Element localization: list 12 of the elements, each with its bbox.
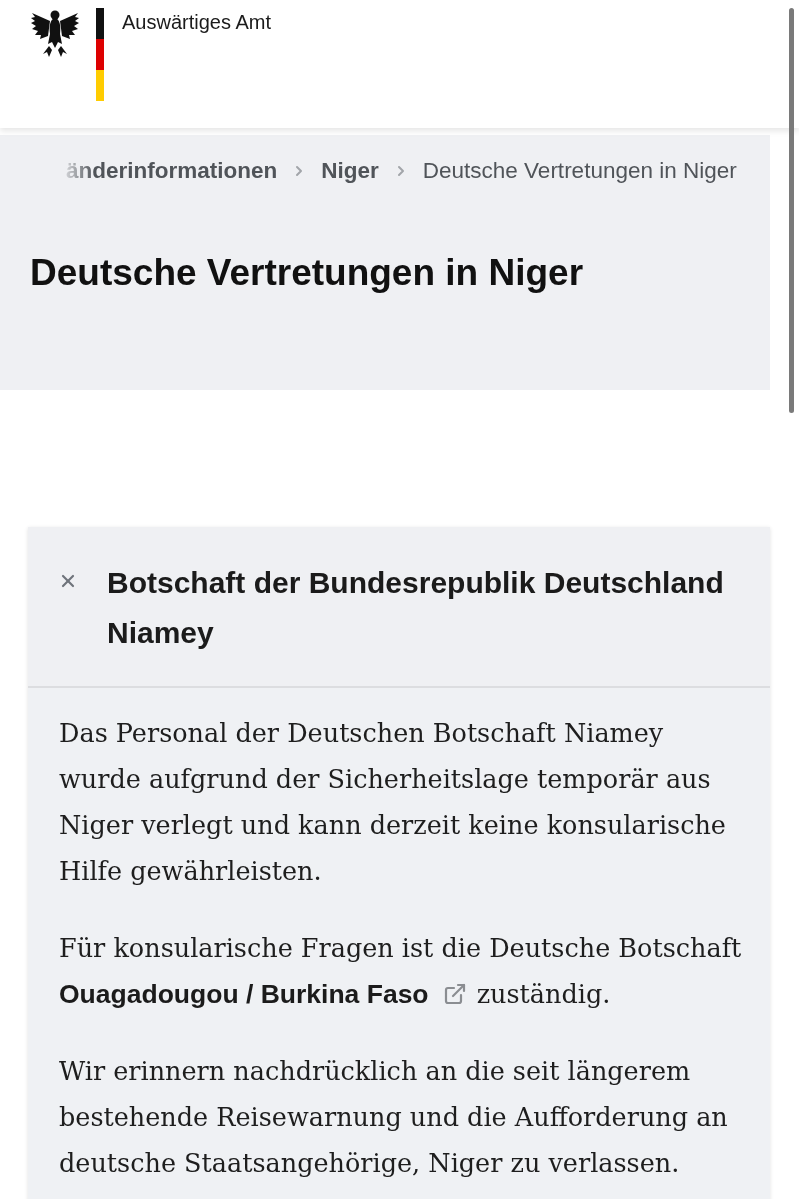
body-paragraph: Für konsularische Fragen ist die Deutsche Botschaft Ouagadougou / Burkina Faso zuständig. bbox=[59, 932, 743, 1011]
body-paragraph: Wir erinnern nachdrücklich an die seit längerem bestehende Reisewarnung und die Aufforderung an deutsche Staatsangehörige, Niger zu verlassen. bbox=[59, 1055, 729, 1180]
embassy-link[interactable]: Ouagadougou / Burkina Faso bbox=[59, 979, 429, 1009]
accordion-header[interactable]: Botschaft der Bundesrepublik Deutschland Niamey bbox=[28, 527, 770, 688]
breadcrumb-current[interactable]: Deutsche Vertretungen in Niger bbox=[422, 156, 737, 186]
scrollbar-thumb[interactable] bbox=[789, 8, 794, 413]
breadcrumb-link[interactable]: Niger bbox=[321, 156, 379, 186]
body-paragraph: Das Personal der Deutschen Botschaft Niamey wurde aufgrund der Sicherheitslage temporär aus Niger verlegt und kann derzeit keine konsularische Hilfe gewährleisten. bbox=[59, 717, 727, 888]
eagle-logo bbox=[30, 8, 80, 58]
breadcrumb-link[interactable]: änderinformationen bbox=[66, 156, 278, 186]
page-title: Deutsche Vertretungen in Niger bbox=[30, 251, 585, 295]
site-title: Auswärtiges Amt bbox=[122, 10, 271, 35]
